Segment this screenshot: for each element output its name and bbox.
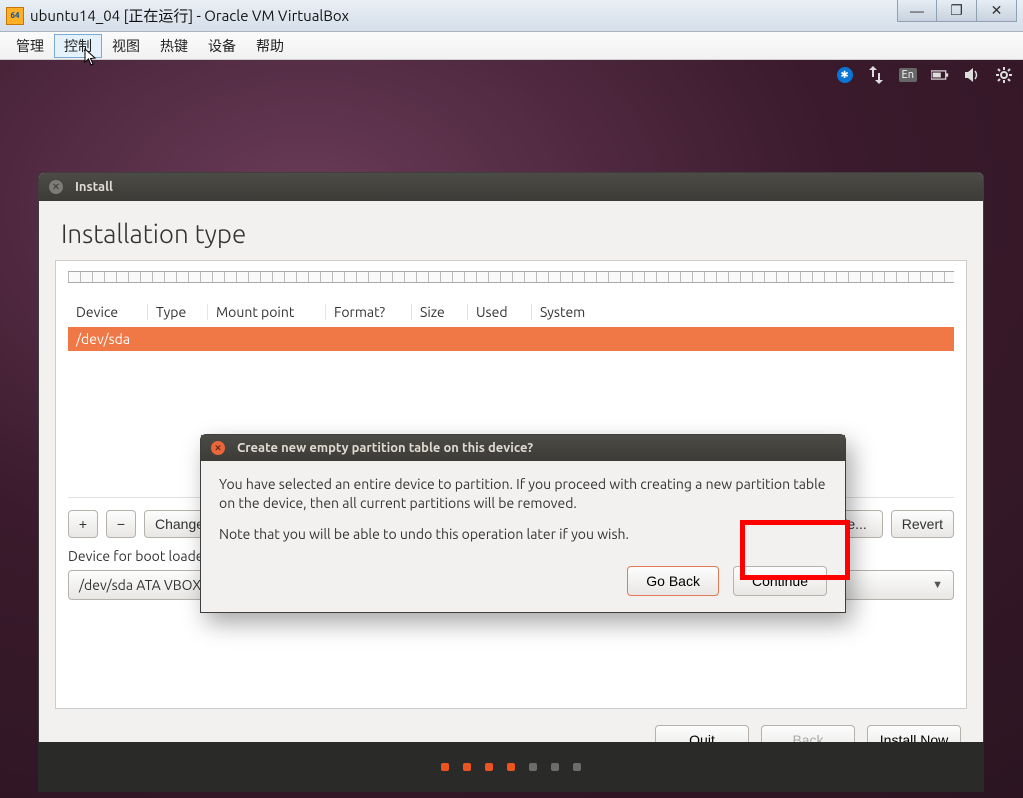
gear-icon[interactable] (995, 66, 1013, 84)
col-mount[interactable]: Mount point (208, 304, 326, 320)
dot (507, 763, 515, 771)
dialog-text-2: Note that you will be able to undo this … (219, 525, 827, 544)
accessibility-icon[interactable]: ✱ (837, 67, 853, 83)
confirm-dialog: ✕ Create new empty partition table on th… (200, 434, 846, 613)
dialog-footer: Go Back Continue (201, 566, 845, 612)
partition-ruler (68, 271, 954, 283)
virtualbox-menu: 管理 控制 视图 热键 设备 帮助 (0, 32, 1023, 60)
col-size[interactable]: Size (412, 304, 468, 320)
install-close-icon[interactable]: ✕ (49, 180, 63, 194)
col-used[interactable]: Used (468, 304, 532, 320)
chevron-down-icon: ▼ (932, 579, 943, 591)
install-window-title: Install (75, 180, 113, 194)
volume-icon[interactable] (963, 66, 981, 84)
dot (551, 763, 559, 771)
dialog-body: You have selected an entire device to pa… (201, 461, 845, 566)
close-button[interactable]: ✕ (977, 0, 1017, 22)
menu-devices[interactable]: 设备 (198, 34, 246, 58)
menu-hotkeys[interactable]: 热键 (150, 34, 198, 58)
updown-icon[interactable] (867, 66, 885, 84)
window-controls: — ❐ ✕ (897, 0, 1017, 22)
minimize-button[interactable]: — (897, 0, 937, 22)
col-type[interactable]: Type (148, 304, 208, 320)
continue-button[interactable]: Continue (733, 566, 827, 596)
page-title: Installation type (61, 219, 961, 248)
col-system[interactable]: System (532, 304, 954, 320)
dot (441, 763, 449, 771)
battery-icon[interactable] (931, 66, 949, 84)
menu-control[interactable]: 控制 (54, 34, 102, 58)
virtualbox-icon: 64 (6, 7, 24, 25)
partition-table-header: Device Type Mount point Format? Size Use… (68, 297, 954, 327)
install-titlebar: ✕ Install (39, 173, 983, 201)
table-row[interactable]: /dev/sda (68, 327, 954, 351)
add-partition-button[interactable]: + (68, 510, 98, 538)
menu-view[interactable]: 视图 (102, 34, 150, 58)
dialog-close-icon[interactable]: ✕ (211, 441, 225, 455)
dot (529, 763, 537, 771)
col-format[interactable]: Format? (326, 304, 412, 320)
dialog-titlebar: ✕ Create new empty partition table on th… (201, 435, 845, 461)
maximize-button[interactable]: ❐ (937, 0, 977, 22)
dialog-text-1: You have selected an entire device to pa… (219, 475, 827, 513)
dot (573, 763, 581, 771)
dot (485, 763, 493, 771)
virtualbox-titlebar: 64 ubuntu14_04 [正在运行] - Oracle VM Virtua… (0, 0, 1023, 32)
menu-manage[interactable]: 管理 (6, 34, 54, 58)
col-device[interactable]: Device (68, 304, 148, 320)
cell-device: /dev/sda (68, 331, 148, 347)
virtualbox-title: ubuntu14_04 [正在运行] - Oracle VM VirtualBo… (30, 5, 349, 26)
progress-dots (38, 742, 984, 792)
remove-partition-button[interactable]: − (106, 510, 136, 538)
ubuntu-tray: ✱ En (837, 60, 1023, 90)
go-back-button[interactable]: Go Back (627, 566, 719, 596)
install-header: Installation type (39, 201, 983, 260)
menu-help[interactable]: 帮助 (246, 34, 294, 58)
revert-button[interactable]: Revert (891, 510, 954, 538)
language-indicator[interactable]: En (899, 68, 917, 82)
dot (463, 763, 471, 771)
dialog-title: Create new empty partition table on this… (237, 441, 533, 455)
